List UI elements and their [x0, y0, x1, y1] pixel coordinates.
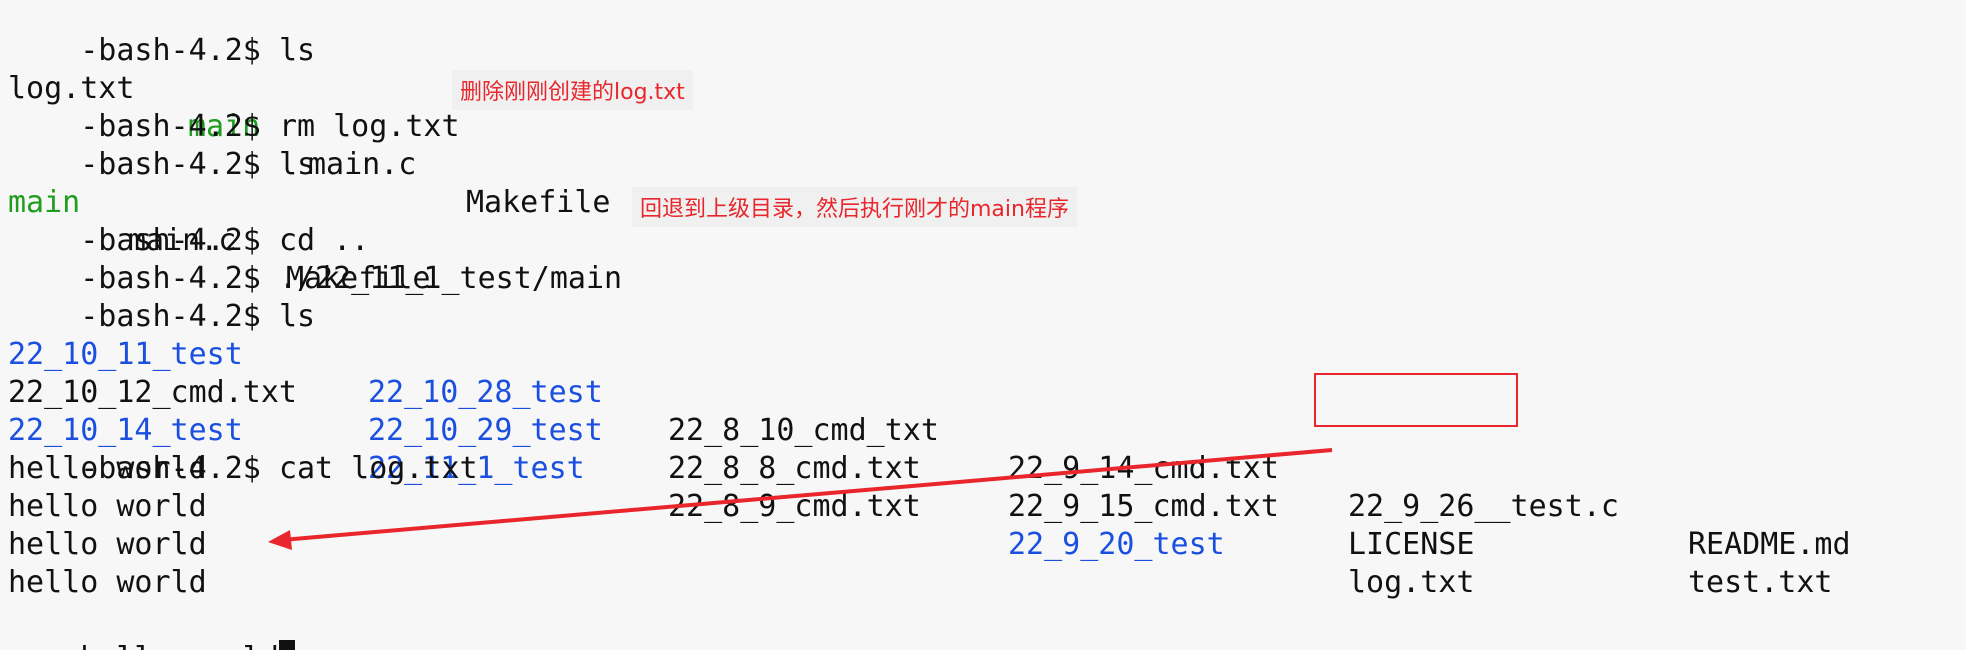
terminal-line: -bash-4.2$ ls: [8, 108, 315, 182]
file-entry: README.md: [1688, 527, 1851, 562]
run-annotation: 回退到上级目录，然后执行刚才的main程序: [632, 187, 1077, 227]
terminal-window[interactable]: -bash-4.2$ ls log.txt main main.c Makefi…: [0, 0, 1966, 650]
listing-row: 22_10_14_test 22_11_1_test 22_8_9_cmd.tx…: [8, 374, 1474, 600]
terminal-line: log.txt main main.c Makefile: [8, 32, 611, 220]
log-file-entry: log.txt: [1348, 565, 1475, 600]
terminal-line: -bash-4.2$ cat log.txt: [8, 412, 477, 486]
command-text: ls: [278, 147, 316, 182]
output-line: hello world: [8, 602, 295, 650]
file-entry: 22_8_9_cmd.txt: [668, 489, 921, 524]
file-entry: main.c: [308, 147, 417, 182]
text-cursor: [278, 640, 295, 650]
file-entry: LICENSE: [1348, 527, 1475, 562]
shell-prompt: -bash-4.2$: [80, 147, 279, 182]
output-line: hello world: [8, 527, 207, 562]
terminal-line: -bash-4.2$ rm log.txt: [8, 70, 459, 144]
file-entry: 22_8_8_cmd.txt: [668, 451, 921, 486]
command-text: ./22_11_1_test/main: [278, 261, 623, 296]
terminal-line: -bash-4.2$ ls: [8, 260, 315, 334]
delete-annotation: 删除刚刚创建的log.txt: [452, 70, 693, 110]
file-entry: test.txt: [1688, 565, 1833, 600]
directory-entry: 22_9_20_test: [1008, 527, 1225, 562]
terminal-line: -bash-4.2$ ls: [8, 0, 315, 68]
command-text: cat log.txt: [278, 451, 478, 486]
terminal-line: main main.c Makefile: [8, 146, 431, 296]
command-text: ls: [278, 299, 316, 334]
listing-row: 22_10_11_test 22_10_28_test 22_8_10_cmd_…: [8, 298, 1851, 562]
terminal-line: -bash-4.2$ cd ..: [8, 184, 369, 258]
output-line: hello world: [8, 565, 207, 600]
output-line: hello world: [8, 489, 207, 524]
output-line: hello world: [8, 451, 207, 486]
command-text: ls: [278, 33, 316, 68]
shell-prompt: -bash-4.2$: [80, 299, 279, 334]
shell-prompt: -bash-4.2$: [80, 33, 279, 68]
file-entry: 22_9_26__test.c: [1348, 489, 1619, 524]
arrow-head: [268, 530, 292, 550]
output-text: hello world: [80, 641, 279, 650]
file-entry: 22_9_15_cmd.txt: [1008, 489, 1279, 524]
file-entry: Makefile: [466, 185, 611, 220]
file-entry: 22_9_14_cmd.txt: [1008, 451, 1279, 486]
log-file-highlight-box: [1314, 373, 1518, 427]
listing-row: 22_10_12_cmd.txt 22_10_29_test 22_8_8_cm…: [8, 336, 1833, 600]
file-entry: 22_8_10_cmd_txt: [668, 413, 939, 448]
directory-entry: 22_10_28_test: [368, 375, 603, 410]
terminal-line: -bash-4.2$ ./22_11_1_test/main: [8, 222, 622, 296]
